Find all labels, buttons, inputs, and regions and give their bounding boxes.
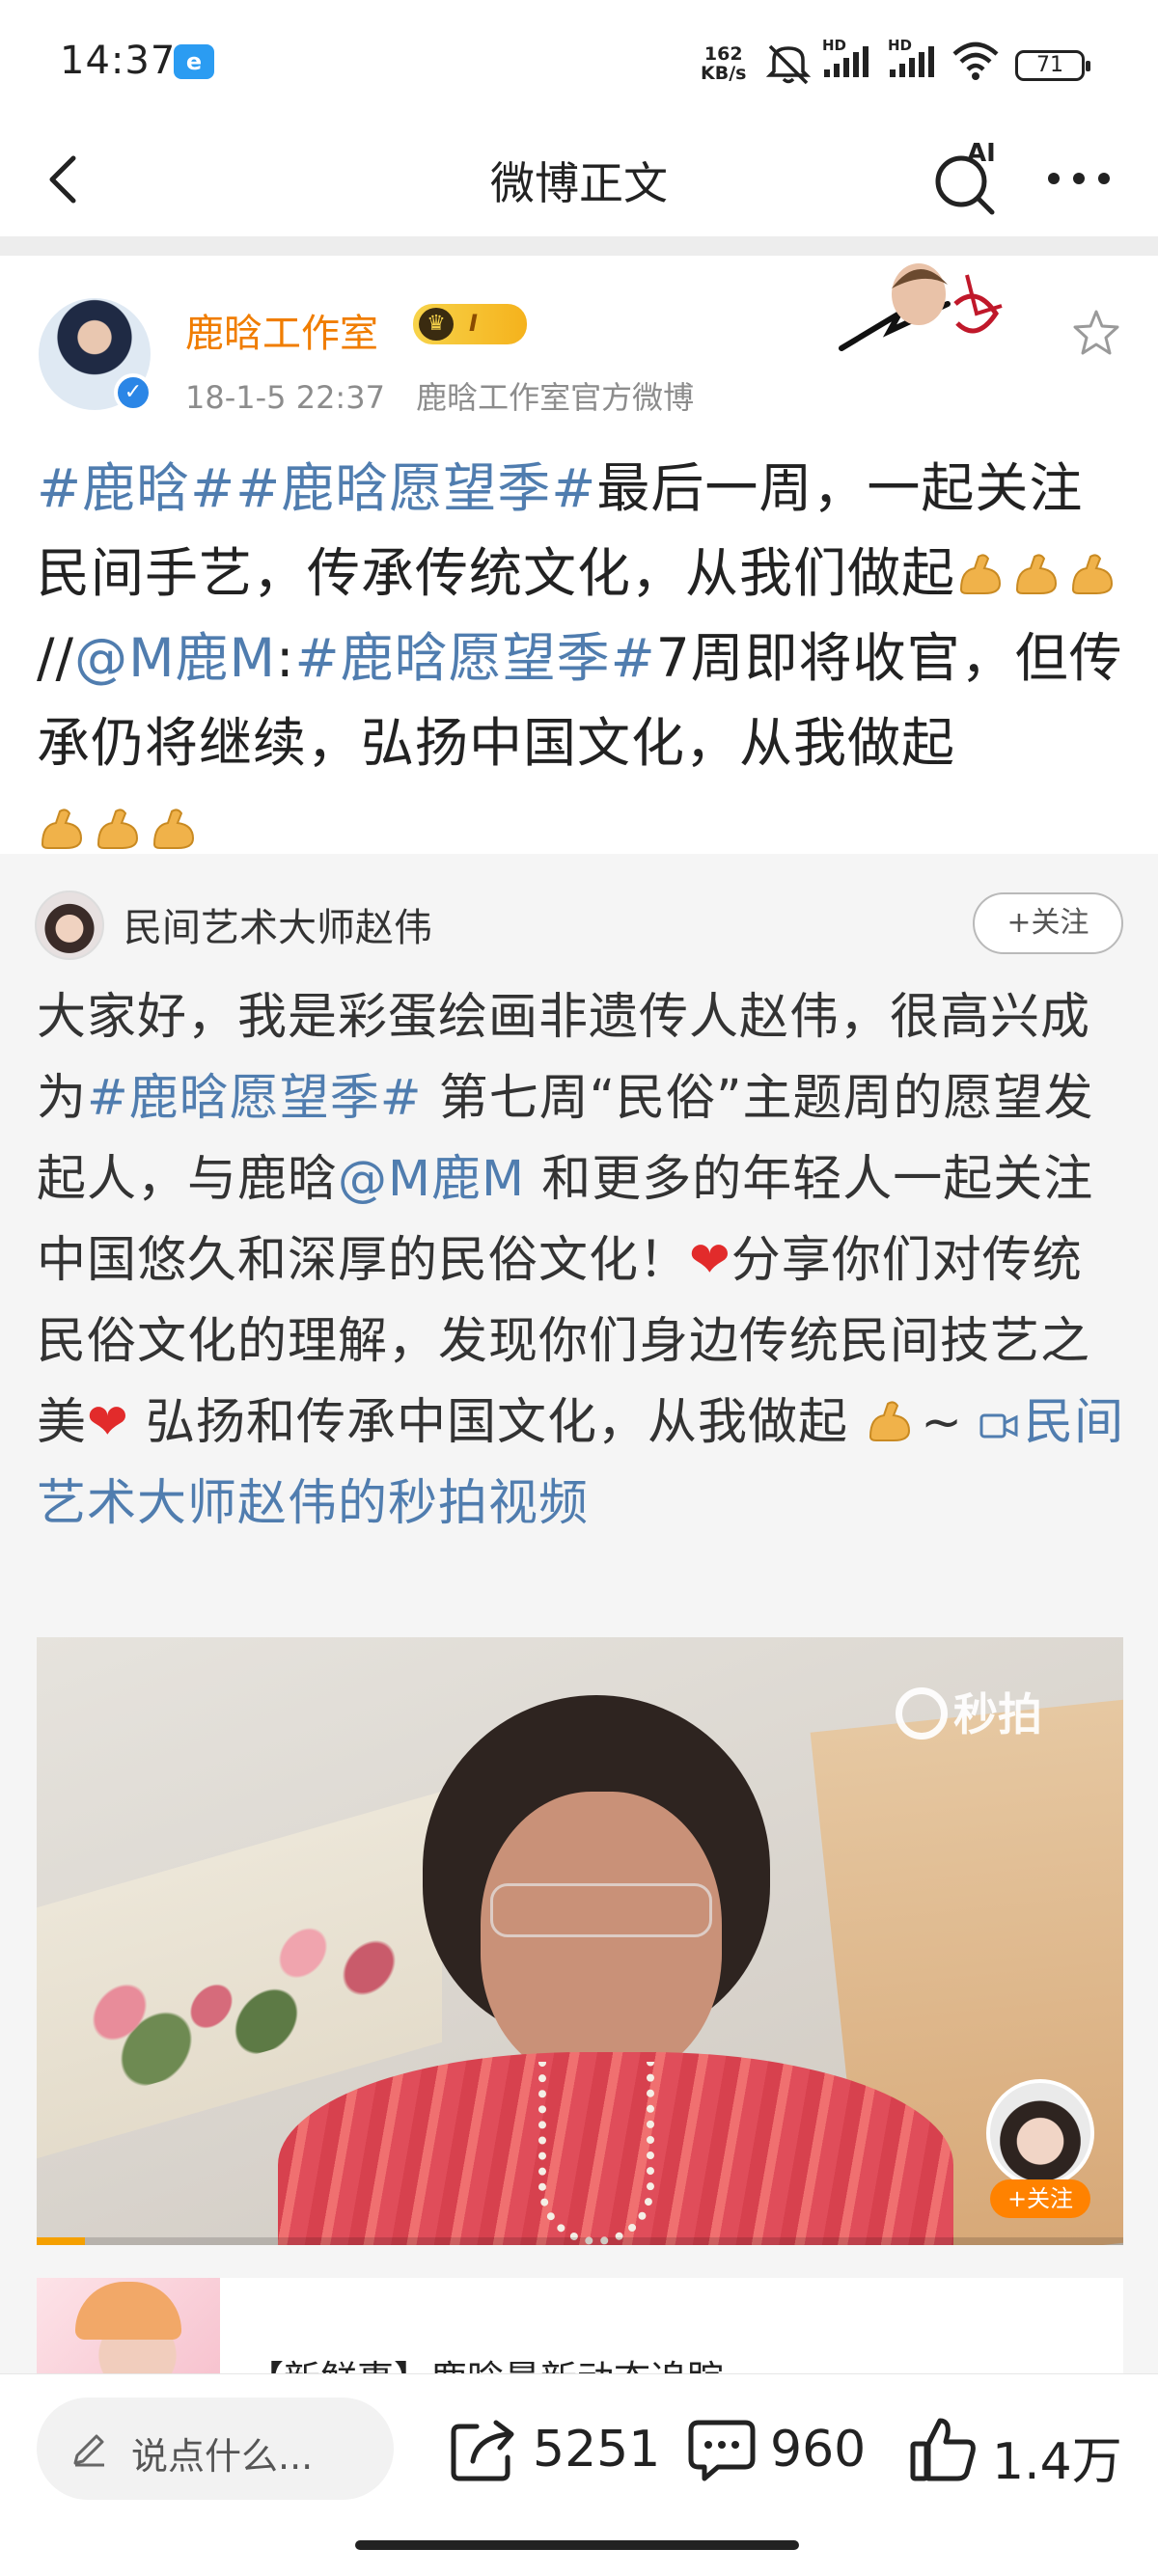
post-meta: 18-1-5 22:37 鹿晗工作室官方微博 — [185, 373, 694, 418]
hashtag-wish-season[interactable]: #鹿晗愿望季# — [295, 627, 656, 689]
retweet-text: 大家好，我是彩蛋绘画非遗传人赵伟，很高兴成为#鹿晗愿望季# 第七周“民俗”主题周… — [37, 977, 1127, 1545]
flexed-biceps-emoji-icon — [41, 808, 83, 849]
flexed-biceps-emoji-icon — [960, 554, 1002, 594]
video-frame — [538, 2062, 654, 2245]
video-follow-button[interactable]: +关注 — [990, 2179, 1090, 2218]
retweet-author-name[interactable]: 民间艺术大师赵伟 — [124, 896, 432, 952]
ai-label: AI — [967, 139, 996, 168]
flexed-biceps-emoji-icon — [96, 808, 139, 849]
hashtag-wish-season[interactable]: #鹿晗愿望季# — [87, 1070, 422, 1127]
miaopai-logo-icon — [896, 1687, 948, 1740]
mention-mluhan[interactable]: @M鹿M — [74, 627, 276, 689]
news-title: 【新鲜事】鹿晗最新动态追踪 — [247, 2349, 724, 2374]
comment-input[interactable]: 说点什么... — [37, 2398, 394, 2500]
status-time: 14:37 — [60, 39, 177, 83]
signal-bars-icon — [824, 46, 868, 77]
signal-2: HD — [888, 39, 934, 77]
hashtag-wish-season[interactable]: #鹿晗愿望季# — [235, 457, 596, 519]
app-notification-icon: e — [174, 44, 214, 79]
hashtag-luhan[interactable]: #鹿晗# — [37, 457, 235, 519]
post-header: ✓ 鹿晗工作室 ♛ I 18-1-5 22:37 鹿晗工作室官方微博 — [0, 256, 1158, 420]
author-name[interactable]: 鹿晗工作室 — [185, 302, 378, 358]
vip-badge: ♛ I — [413, 304, 527, 344]
video-camera-icon — [979, 1413, 1018, 1439]
author-avatar[interactable]: ✓ — [39, 298, 152, 412]
like-count: 1.4万 — [992, 2433, 1122, 2491]
like-button[interactable]: 1.4万 — [907, 2413, 1129, 2491]
retweet-text-segment: ~ — [921, 1394, 980, 1451]
bottom-toolbar: 说点什么... 5251 960 1.4万 — [0, 2373, 1158, 2576]
news-card[interactable]: 【新鲜事】鹿晗最新动态追踪 — [37, 2278, 1123, 2374]
post-text: #鹿晗##鹿晗愿望季#最后一周，一起关注民间手艺，传承传统文化，从我们做起//@… — [37, 446, 1127, 870]
news-thumbnail-figure — [75, 2282, 181, 2340]
pencil-icon — [73, 2434, 104, 2467]
flexed-biceps-emoji-icon — [1072, 554, 1114, 594]
wifi-icon — [952, 41, 999, 80]
crown-icon: ♛ — [419, 308, 454, 341]
ai-search-button[interactable]: AI — [928, 139, 1006, 216]
more-options-icon[interactable] — [1040, 154, 1117, 203]
network-speed-unit: KB/s — [701, 63, 747, 84]
favorite-star-icon[interactable] — [1069, 306, 1123, 360]
post-date: 18-1-5 22:37 — [185, 379, 385, 416]
red-heart-emoji-icon: ❤ — [87, 1394, 129, 1451]
video-watermark: 秒拍 — [896, 1680, 1042, 1743]
repost-count: 5251 — [533, 2421, 661, 2479]
share-icon — [451, 2420, 514, 2481]
news-thumbnail — [37, 2278, 220, 2374]
post-text-segment: // — [37, 627, 75, 689]
comment-count: 960 — [770, 2421, 867, 2479]
video-watermark-text: 秒拍 — [953, 1688, 1042, 1740]
nav-bar: 微博正文 AI — [0, 125, 1158, 236]
network-speed: 162 KB/s — [701, 44, 746, 83]
post-text-segment: : — [275, 627, 295, 689]
home-indicator[interactable] — [355, 2540, 799, 2550]
section-divider — [0, 236, 1158, 256]
comment-bubble-icon — [688, 2420, 756, 2481]
verified-badge-icon: ✓ — [114, 373, 152, 412]
comment-button[interactable]: 960 — [685, 2413, 878, 2486]
profile-card-decoration — [839, 263, 1003, 351]
video-frame — [490, 1883, 712, 1937]
mute-icon — [765, 44, 812, 85]
vip-level: I — [469, 310, 478, 337]
status-bar: 14:37 e 162 KB/s HD HD 71 — [0, 0, 1158, 125]
comment-placeholder: 说点什么... — [131, 2435, 314, 2478]
video-uploader-avatar[interactable] — [986, 2079, 1094, 2187]
repost-button[interactable]: 5251 — [448, 2413, 660, 2486]
flexed-biceps-emoji-icon — [1016, 554, 1058, 594]
signal-1: HD — [822, 39, 868, 77]
video-progress-bar[interactable] — [37, 2237, 1123, 2245]
flexed-biceps-emoji-icon — [152, 808, 195, 849]
battery-indicator: 71 — [1015, 50, 1090, 81]
network-speed-value: 162 — [703, 43, 743, 65]
signal-bars-icon — [890, 46, 934, 77]
retweet-block[interactable]: 民间艺术大师赵伟 +关注 大家好，我是彩蛋绘画非遗传人赵伟，很高兴成为#鹿晗愿望… — [0, 854, 1158, 2374]
video-player[interactable]: 秒拍 +关注 — [37, 1637, 1123, 2245]
mention-mluhan[interactable]: @M鹿M — [338, 1151, 525, 1208]
retweet-text-segment: 弘扬和传承中国文化，从我做起 — [128, 1394, 866, 1451]
follow-button[interactable]: +关注 — [973, 892, 1123, 954]
retweet-author-avatar[interactable] — [35, 891, 104, 960]
flexed-biceps-emoji-icon — [869, 1401, 911, 1441]
red-heart-emoji-icon: ❤ — [689, 1232, 731, 1289]
video-progress-fill — [37, 2237, 85, 2245]
thumbs-up-icon — [910, 2418, 976, 2481]
post-source: 鹿晗工作室官方微博 — [416, 379, 695, 416]
